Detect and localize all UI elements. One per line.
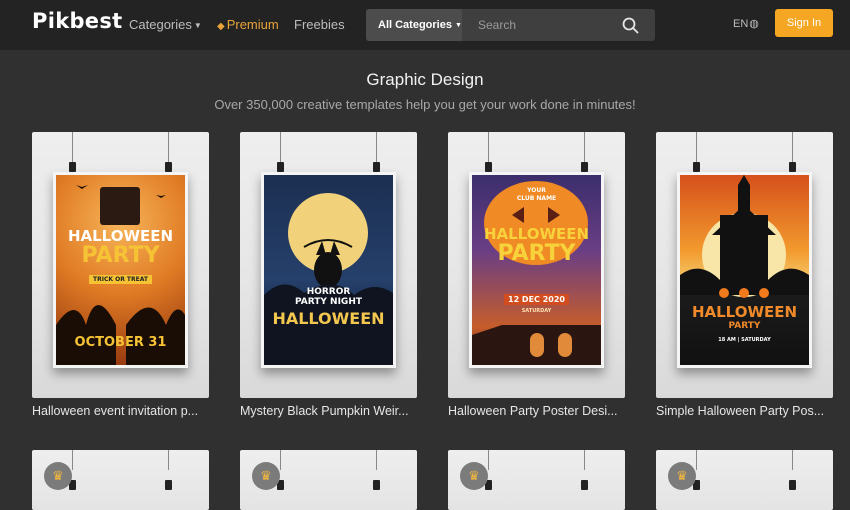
template-card[interactable]: HALLOWEEN PARTY TRICK OR TREAT OCTOBER 3… (32, 132, 209, 418)
template-thumbnail[interactable]: HALLOWEEN PARTY TRICK OR TREAT OCTOBER 3… (53, 172, 188, 368)
poster-date: 12 DEC 2020 (472, 294, 601, 305)
poster-clip (693, 450, 700, 490)
poster-date: OCTOBER 31 (74, 335, 167, 350)
poster-day: SATURDAY (521, 308, 552, 314)
poster-clip (581, 450, 588, 490)
pumpkin-illustration (472, 181, 601, 365)
poster-headline: PARTY NIGHT (295, 297, 362, 307)
poster-clip (485, 450, 492, 490)
nav-categories[interactable]: Categories ▼ (129, 17, 202, 32)
crown-icon: ♛ (668, 462, 696, 490)
crown-icon: ♛ (44, 462, 72, 490)
template-card[interactable]: ♛ (448, 450, 625, 510)
poster-headline: PARTY (81, 243, 160, 268)
sign-in-button[interactable]: Sign In (775, 9, 833, 37)
poster-club: CLUB NAME (516, 195, 557, 202)
diamond-icon: ◆ (217, 21, 225, 32)
poster-clip (277, 450, 284, 490)
poster-clip (789, 450, 796, 490)
poster-clip (165, 450, 172, 490)
chevron-down-icon: ▼ (193, 21, 202, 30)
language-select[interactable]: EN◍ (733, 17, 759, 30)
poster-headline: HALLOWEEN (272, 309, 385, 328)
poster-tagline: TRICK OR TREAT (56, 275, 185, 284)
poster-clip (69, 450, 76, 490)
top-nav: Pikbest Categories ▼ ◆ Premium Freebies Al… (0, 0, 850, 50)
poster-clip (485, 132, 492, 172)
search-icon[interactable] (622, 17, 639, 34)
search-bar: All Categories ▼ (366, 9, 655, 41)
template-thumbnail[interactable]: YOUR CLUB NAME HALLOWEEN PARTY 12 DEC 20… (469, 172, 604, 368)
template-card[interactable]: HORROR PARTY NIGHT HALLOWEEN Mystery Bla… (240, 132, 417, 418)
poster-clip (69, 132, 76, 172)
poster-headline: HALLOWEEN (691, 303, 798, 321)
search-category-label: All Categories (378, 19, 452, 31)
globe-icon: ◍ (749, 18, 759, 30)
template-thumbnail[interactable]: HORROR PARTY NIGHT HALLOWEEN (261, 172, 396, 368)
poster-clip (373, 450, 380, 490)
poster-date: 18 AM | SATURDAY (718, 337, 771, 343)
poster-headline: PARTY (497, 241, 576, 266)
template-card[interactable]: HALLOWEEN PARTY 18 AM | SATURDAY Simple … (656, 132, 833, 418)
crown-icon: ♛ (460, 462, 488, 490)
moon-cat-illustration (264, 193, 393, 365)
poster-headline: HORROR (306, 287, 351, 297)
poster-clip (581, 132, 588, 172)
crown-icon: ♛ (252, 462, 280, 490)
nav-premium[interactable]: ◆ Premium (217, 17, 279, 32)
template-card[interactable]: ♛ (240, 450, 417, 510)
template-card[interactable]: YOUR CLUB NAME HALLOWEEN PARTY 12 DEC 20… (448, 132, 625, 418)
page-subtitle: Over 350,000 creative templates help you… (214, 97, 636, 112)
poster-club: YOUR (527, 187, 546, 194)
chevron-down-icon: ▼ (454, 22, 462, 29)
template-title[interactable]: Halloween event invitation p... (32, 404, 210, 418)
template-title[interactable]: Simple Halloween Party Pos... (656, 404, 834, 418)
template-title[interactable]: Mystery Black Pumpkin Weir... (240, 404, 418, 418)
template-card[interactable]: ♛ (656, 450, 833, 510)
template-title[interactable]: Halloween Party Poster Desi... (448, 404, 626, 418)
poster-clip (693, 132, 700, 172)
page-title: Graphic Design (366, 70, 484, 89)
search-category-select[interactable]: All Categories ▼ (366, 9, 462, 41)
search-input[interactable] (470, 9, 610, 41)
nav-freebies[interactable]: Freebies (294, 17, 345, 32)
poster-clip (789, 132, 796, 172)
poster-clip (373, 132, 380, 172)
template-card[interactable]: ♛ (32, 450, 209, 510)
nav-categories-label: Categories (129, 17, 192, 32)
template-thumbnail[interactable]: HALLOWEEN PARTY 18 AM | SATURDAY (677, 172, 812, 368)
poster-clip (277, 132, 284, 172)
poster-headline: PARTY (728, 321, 761, 331)
language-label: EN (733, 18, 749, 30)
nav-premium-label: Premium (226, 17, 279, 32)
logo[interactable]: Pikbest (32, 9, 122, 33)
poster-clip (165, 132, 172, 172)
